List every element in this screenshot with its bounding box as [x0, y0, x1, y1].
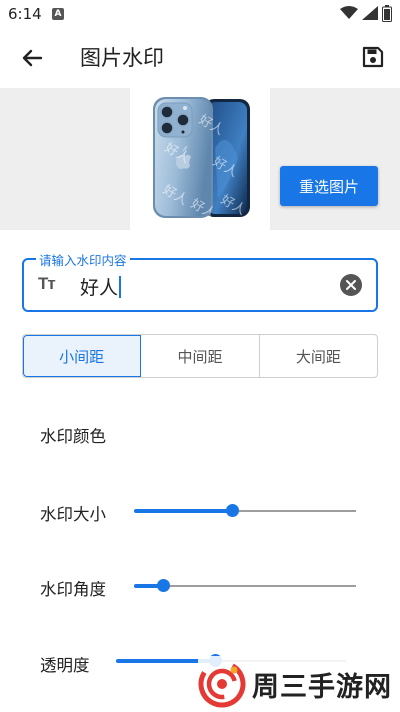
watermark-text-input[interactable]: 好人 — [80, 273, 122, 300]
close-icon — [346, 280, 356, 290]
clear-button[interactable] — [340, 274, 362, 296]
status-bar: 6:14 A — [0, 0, 400, 28]
field-label: 请输入水印内容 — [36, 250, 130, 269]
text-format-icon: Tт — [38, 274, 56, 293]
app-bar: 图片水印 — [0, 28, 400, 88]
slider-thumb[interactable] — [226, 504, 239, 517]
slider-fill — [134, 509, 232, 513]
input-value: 好人 — [80, 277, 119, 299]
watermark-size-label: 水印大小 — [40, 505, 106, 524]
reselect-image-button[interactable]: 重选图片 — [280, 166, 378, 206]
phone-photo: 好人 好人 好人 好人 好人 好人 — [153, 97, 250, 222]
watermark-color-label[interactable]: 水印颜色 — [40, 423, 106, 447]
page-title: 图片水印 — [80, 46, 164, 70]
signal-icon — [362, 6, 378, 20]
spacing-small-button[interactable]: 小间距 — [23, 335, 142, 377]
notification-icon: A — [52, 8, 64, 20]
watermark-angle-label: 水印角度 — [40, 580, 106, 599]
save-icon — [362, 46, 384, 68]
watermark-text-field[interactable]: 请输入水印内容 Tт 好人 — [22, 250, 378, 312]
swirl-logo-icon — [198, 660, 246, 708]
spacing-selector: 小间距 中间距 大间距 — [22, 334, 378, 378]
text-caret — [119, 276, 122, 298]
spacing-medium-button[interactable]: 中间距 — [141, 335, 260, 377]
image-preview-area: 好人 好人 好人 好人 好人 好人 重选图片 — [0, 88, 400, 230]
site-watermark-text: 周三手游网 — [252, 671, 392, 703]
save-button[interactable] — [360, 44, 386, 70]
status-time: 6:14 — [8, 5, 42, 23]
wifi-icon — [340, 6, 358, 19]
arrow-left-icon — [22, 49, 43, 67]
preview-image[interactable]: 好人 好人 好人 好人 好人 好人 — [130, 88, 270, 230]
site-watermark: 周三手游网 — [198, 656, 400, 712]
battery-icon — [382, 5, 392, 22]
back-button[interactable] — [18, 44, 46, 72]
angle-slider[interactable] — [134, 576, 356, 596]
opacity-label: 透明度 — [40, 656, 90, 675]
spacing-large-button[interactable]: 大间距 — [260, 335, 377, 377]
slider-thumb[interactable] — [157, 579, 170, 592]
size-slider[interactable] — [134, 501, 356, 521]
